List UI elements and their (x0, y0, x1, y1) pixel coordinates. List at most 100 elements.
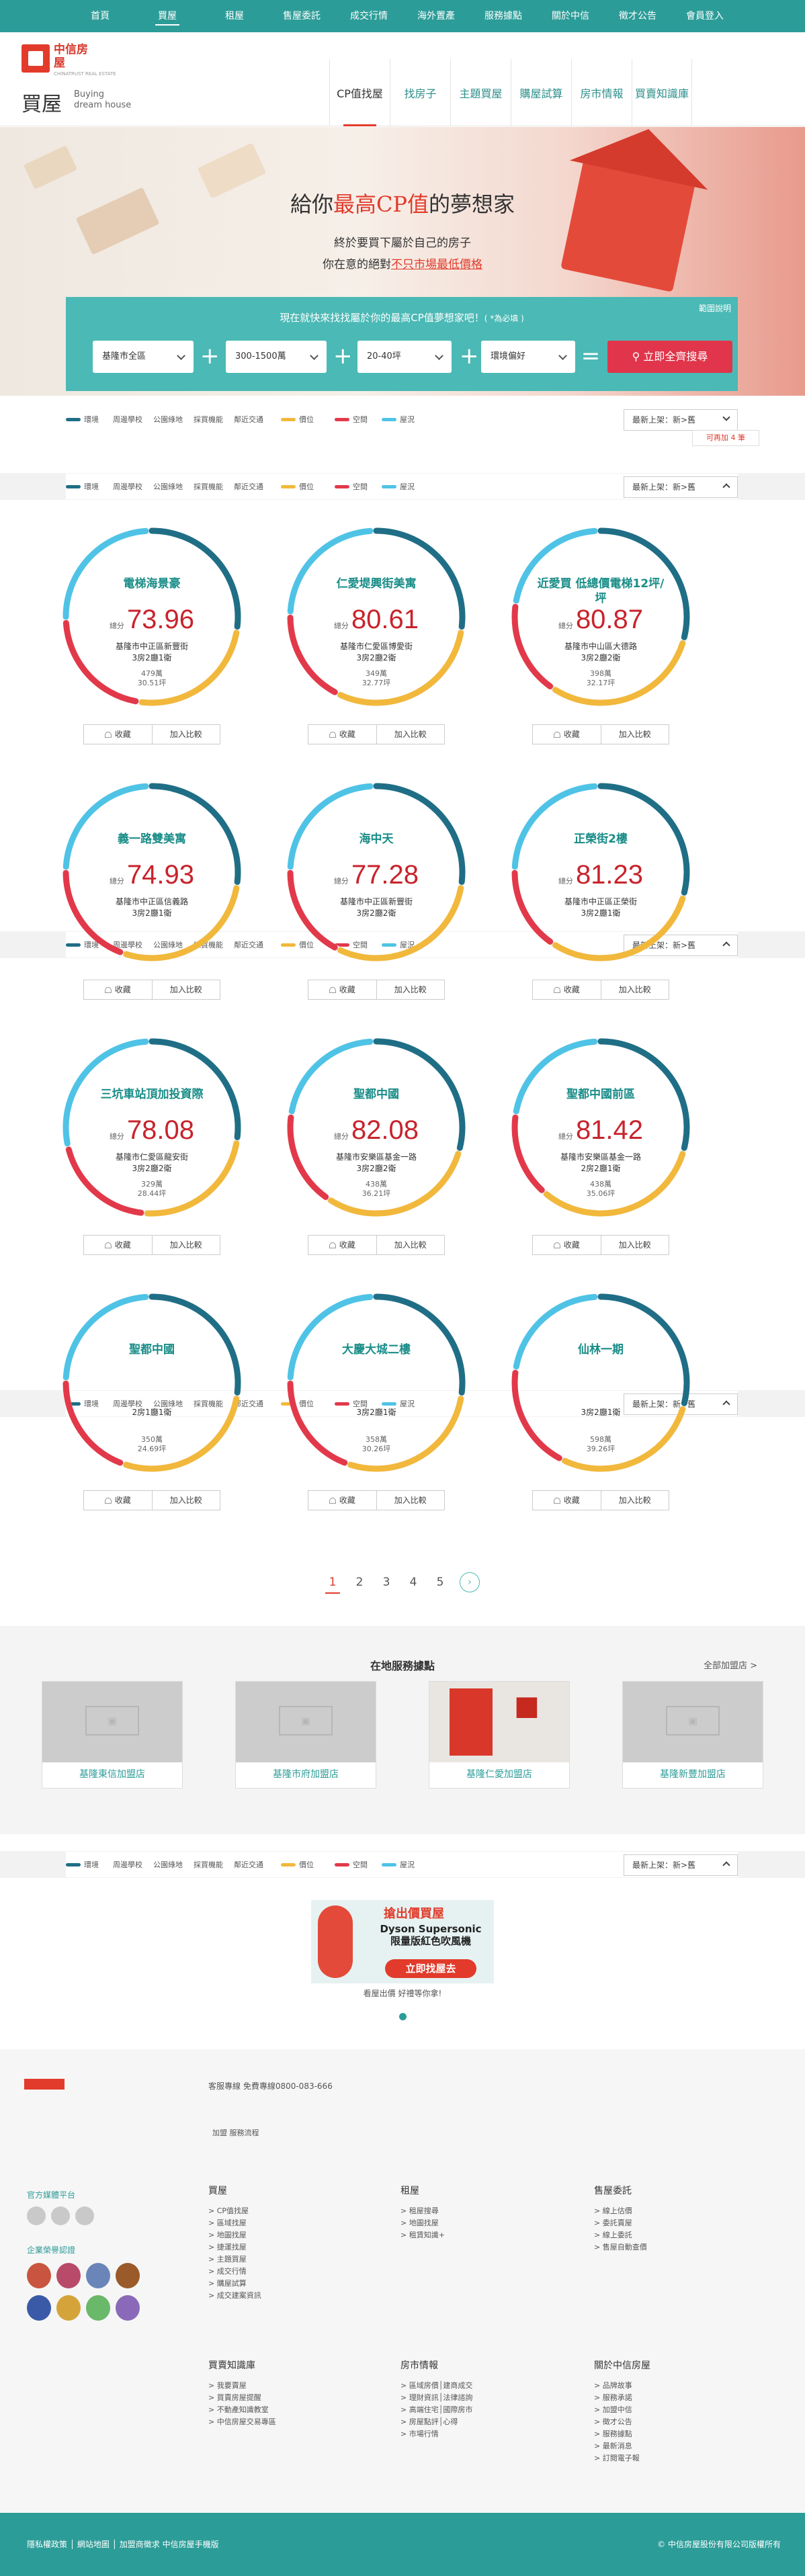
favorite-button[interactable]: 收藏 (83, 980, 153, 1000)
compare-button[interactable]: 加入比較 (601, 724, 669, 744)
property-card[interactable]: 電梯海景豪 總分 73.96 基隆市中正區新豐街 3房2廳1衛 479萬 30.51坪 收藏 加… (59, 524, 245, 746)
compare-button[interactable]: 加入比較 (152, 1490, 220, 1510)
footer-link[interactable]: > 加盟中信 (594, 2404, 769, 2416)
favorite-button[interactable]: 收藏 (83, 1235, 153, 1255)
store-card[interactable]: ▣ 基隆東信加盟店 (42, 1681, 183, 1789)
topnav-deals[interactable]: 成交行情 (335, 0, 402, 32)
footer-link[interactable]: > 徵才公告 (594, 2416, 769, 2428)
footer-link[interactable]: > 市場行情 (400, 2428, 575, 2440)
property-card[interactable]: 三坑車站頂加投資際 總分 78.08 基隆市仁愛區龍安街 3房2廳2衛 329萬 28.44… (59, 1035, 245, 1256)
sitemap-link[interactable]: 網站地圖 (77, 2540, 110, 2549)
footer-link[interactable]: > 成交行情 (208, 2266, 383, 2278)
sort-select[interactable]: 最新上架：新>舊 (624, 476, 738, 498)
footer-link[interactable]: > 中信房屋交易專區 (208, 2416, 383, 2428)
footer-link[interactable]: > 訂閱電子報 (594, 2452, 769, 2464)
favorite-button[interactable]: 收藏 (308, 1235, 377, 1255)
footer-link[interactable]: > 房屋點評│心得 (400, 2416, 575, 2428)
banner-cta[interactable]: 立即找屋去 (385, 1959, 476, 1978)
topnav-rent[interactable]: 租屋 (201, 0, 268, 32)
property-card[interactable]: 正榮街2樓 總分 81.23 基隆市中正區正榮街 3房2廳1衛 收藏 加入比較 (508, 779, 693, 1001)
compare-button[interactable]: 加入比較 (601, 1490, 669, 1510)
nav-cp-search[interactable]: CP值找屋 (329, 59, 390, 126)
compare-button[interactable]: 加入比較 (152, 724, 220, 744)
next-page-icon[interactable]: › (460, 1572, 480, 1592)
footer-link[interactable]: > 理財資訊│法律諮詢 (400, 2392, 575, 2404)
favorite-button[interactable]: 收藏 (532, 1235, 601, 1255)
topnav-about[interactable]: 關於中信 (537, 0, 604, 32)
hero-link[interactable]: 不只市場最低價格 (391, 258, 482, 271)
footer-link[interactable]: > 區域房價│建商成交 (400, 2380, 575, 2392)
price-select[interactable]: 300-1500萬 (226, 341, 327, 373)
footer-link[interactable]: > 區域找屋 (208, 2217, 383, 2229)
carousel-dot[interactable] (399, 2013, 407, 2020)
topnav-login[interactable]: 會員登入 (671, 0, 738, 32)
page-3[interactable]: 3 (379, 1572, 394, 1594)
footer-link[interactable]: > 線上估價 (594, 2205, 769, 2217)
favorite-button[interactable]: 收藏 (83, 724, 153, 744)
promo-banner[interactable]: 搶出價買屋 Dyson Supersonic 限量版紅色吹風機 立即找屋去 (311, 1900, 494, 1983)
property-card[interactable]: 聖都中國前區 總分 81.42 基隆市安樂區基金一路 2房2廳1衛 438萬 35.06坪收… (508, 1035, 693, 1256)
compare-button[interactable]: 加入比較 (601, 1235, 669, 1255)
footer-sublinks[interactable]: 加盟 服務流程 (212, 2127, 259, 2138)
footer-link[interactable]: > 租賃知識+ (400, 2229, 575, 2241)
footer-link[interactable]: > 租屋搜尋 (400, 2205, 575, 2217)
footer-link[interactable]: > 最新消息 (594, 2440, 769, 2452)
favorite-button[interactable]: 收藏 (308, 724, 377, 744)
store-card[interactable]: ▣ 基隆市府加盟店 (235, 1681, 376, 1789)
property-card[interactable]: 聖都中國 2房1廳1衛 350萬 24.69坪 收藏 加入比較 (59, 1290, 245, 1512)
footer-link[interactable]: > 線上委託 (594, 2229, 769, 2241)
compare-button[interactable]: 加入比較 (376, 1235, 445, 1255)
footer-link[interactable]: > 服務承諾 (594, 2392, 769, 2404)
footer-link[interactable]: > 我要賣屋 (208, 2380, 383, 2392)
footer-link[interactable]: > 服務據點 (594, 2428, 769, 2440)
compare-button[interactable]: 加入比較 (601, 980, 669, 1000)
page-4[interactable]: 4 (406, 1572, 421, 1594)
property-card[interactable]: 仁愛堤興街美寓 總分 80.61 基隆市仁愛區博愛街 3房2廳2衛 349萬 32.77坪收… (284, 524, 469, 746)
topnav-locations[interactable]: 服務據點 (470, 0, 537, 32)
page-2[interactable]: 2 (352, 1572, 367, 1594)
footer-link[interactable]: > 品牌故事 (594, 2380, 769, 2392)
footer-link[interactable]: > 買賣房屋提醒 (208, 2392, 383, 2404)
size-select[interactable]: 20-40坪 (357, 341, 452, 373)
topnav-sell[interactable]: 售屋委託 (268, 0, 335, 32)
favorite-button[interactable]: 收藏 (532, 980, 601, 1000)
property-card[interactable]: 義一路雙美寓 總分 74.93 基隆市中正區信義路 3房2廳1衛 收藏 加入比較 (59, 779, 245, 1001)
nav-themes[interactable]: 主題買屋 (450, 59, 511, 126)
footer-link[interactable]: > 地圖找屋 (208, 2229, 383, 2241)
all-stores-link[interactable]: 全部加盟店 > (704, 1658, 757, 1671)
property-card[interactable]: 聖都中國 總分 82.08 基隆市安樂區基金一路 3房2廳2衛 438萬 36.21坪 收藏 加… (284, 1035, 469, 1256)
topnav-buy[interactable]: 買屋 (134, 0, 201, 32)
youtube-icon[interactable] (75, 2206, 94, 2225)
range-help-link[interactable]: 範圍說明 (699, 302, 731, 314)
nav-knowledge[interactable]: 買賣知識庫 (632, 59, 692, 126)
google-plus-icon[interactable] (51, 2206, 70, 2225)
sort-select[interactable]: 最新上架：新>舊 (624, 409, 738, 431)
footer-link[interactable]: > 購屋試算 (208, 2278, 383, 2290)
footer-link[interactable]: > 售屋自動查價 (594, 2241, 769, 2253)
mobile-link[interactable]: 中信房屋手機版 (163, 2540, 219, 2549)
favorite-button[interactable]: 收藏 (83, 1490, 153, 1510)
topnav-careers[interactable]: 徵才公告 (604, 0, 671, 32)
property-card[interactable]: 仙林一期 3房2廳1衛 598萬 39.26坪 收藏 加入比較 (508, 1290, 693, 1512)
compare-button[interactable]: 加入比較 (152, 980, 220, 1000)
compare-button[interactable]: 加入比較 (376, 980, 445, 1000)
compare-button[interactable]: 加入比較 (152, 1235, 220, 1255)
property-card[interactable]: 大慶大城二樓 3房2廳1衛 358萬 30.26坪 收藏 加入比較 (284, 1290, 469, 1512)
page-1[interactable]: 1 (325, 1572, 340, 1594)
favorite-button[interactable]: 收藏 (532, 1490, 601, 1510)
nav-market-info[interactable]: 房市情報 (571, 59, 632, 126)
page-5[interactable]: 5 (433, 1572, 448, 1594)
favorite-button[interactable]: 收藏 (308, 980, 377, 1000)
search-button[interactable]: ⚲ 立即全齊搜尋 (607, 341, 732, 373)
footer-link[interactable]: > 高端住宅│國際房市 (400, 2404, 575, 2416)
property-card[interactable]: 近愛買 低總價電梯12坪/坪 總分 80.87 基隆市中山區大德路 3房2廳2衛 398萬… (508, 524, 693, 746)
nav-find-house[interactable]: 找房子 (390, 59, 450, 126)
topnav-home[interactable]: 首頁 (67, 0, 134, 32)
footer-link[interactable]: > 地圖找屋 (400, 2217, 575, 2229)
footer-link[interactable]: > 不動產知識教室 (208, 2404, 383, 2416)
footer-link[interactable]: > 委託賣屋 (594, 2217, 769, 2229)
property-card[interactable]: 海中天 總分 77.28 基隆市中正區新豐街 3房2廳2衛 收藏 加入比較 (284, 779, 469, 1001)
facebook-icon[interactable] (27, 2206, 46, 2225)
footer-link[interactable]: > 主題買屋 (208, 2253, 383, 2266)
compare-button[interactable]: 加入比較 (376, 724, 445, 744)
